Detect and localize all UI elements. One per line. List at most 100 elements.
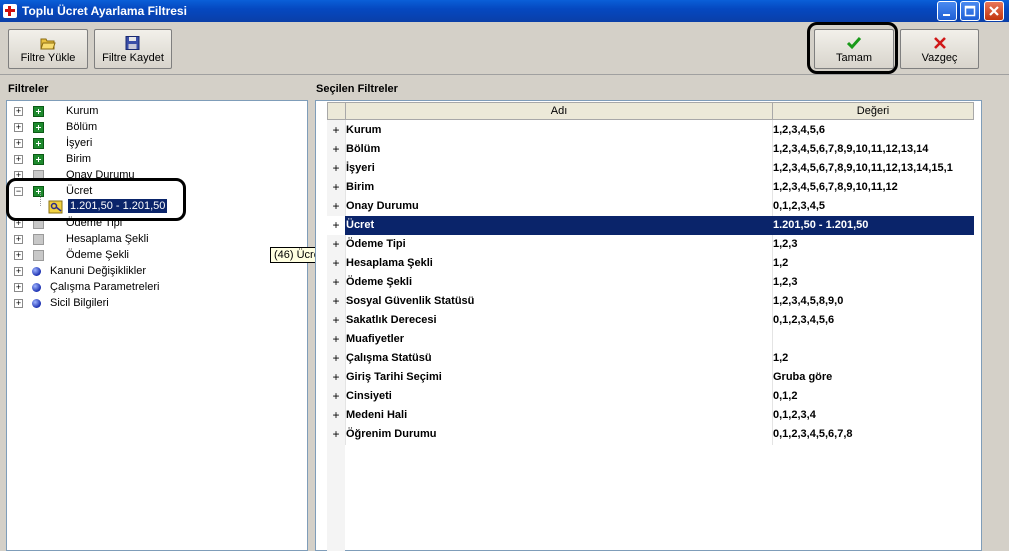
grid-cell-value: 1,2,3 bbox=[773, 276, 798, 288]
grid-header-corner bbox=[327, 102, 346, 120]
row-expand-icon[interactable]: + bbox=[327, 292, 345, 311]
grid-row[interactable]: + Çalışma Statüsü 1,2 bbox=[327, 349, 974, 368]
grid-row[interactable]: + Giriş Tarihi Seçimi Gruba göre bbox=[327, 368, 974, 387]
expand-icon[interactable]: + bbox=[14, 107, 23, 116]
maximize-icon bbox=[964, 5, 976, 17]
tree-item-label: Kurum bbox=[66, 105, 99, 117]
grid-row[interactable]: + Bölüm 1,2,3,4,5,6,7,8,9,10,11,12,13,14 bbox=[327, 140, 974, 159]
tree-item-label: Hesaplama Şekli bbox=[66, 233, 149, 245]
row-expand-icon[interactable]: + bbox=[327, 368, 345, 387]
grid-header: Adı Değeri bbox=[327, 102, 974, 120]
blue-ball-icon bbox=[32, 267, 41, 276]
tree-item-label: Sicil Bilgileri bbox=[50, 297, 109, 309]
row-expand-icon[interactable]: + bbox=[327, 235, 345, 254]
grid-cell-value: Gruba göre bbox=[773, 371, 833, 383]
green-plus-icon bbox=[33, 154, 44, 165]
app-icon bbox=[3, 4, 17, 18]
column-header-adi[interactable]: Adı bbox=[345, 102, 773, 120]
grid-row[interactable]: + Sosyal Güvenlik Statüsü 1,2,3,4,5,8,9,0 bbox=[327, 292, 974, 311]
window-title: Toplu Ücret Ayarlama Filtresi bbox=[22, 4, 187, 18]
row-expand-icon[interactable]: + bbox=[327, 311, 345, 330]
minimize-button[interactable] bbox=[937, 1, 957, 21]
filtre-kaydet-label: Filtre Kaydet bbox=[102, 52, 164, 64]
minimize-icon bbox=[943, 14, 950, 16]
row-expand-icon[interactable]: + bbox=[327, 121, 345, 140]
cancel-x-icon bbox=[933, 37, 946, 49]
green-plus-icon bbox=[33, 122, 44, 133]
expand-icon[interactable]: + bbox=[14, 155, 23, 164]
grid-cell-value: 1,2,3 bbox=[773, 238, 798, 250]
column-header-degeri[interactable]: Değeri bbox=[772, 102, 974, 120]
row-expand-icon[interactable]: + bbox=[327, 330, 345, 349]
grid-cell-name: Muafiyetler bbox=[346, 333, 405, 345]
row-expand-icon[interactable]: + bbox=[327, 197, 345, 216]
grid-row[interactable]: + Öğrenim Durumu 0,1,2,3,4,5,6,7,8 bbox=[327, 425, 974, 444]
grid-row[interactable]: + Medeni Hali 0,1,2,3,4 bbox=[327, 406, 974, 425]
grid-cell-name: İşyeri bbox=[346, 162, 375, 174]
expand-icon[interactable]: + bbox=[14, 123, 23, 132]
grid-row[interactable]: + Muafiyetler bbox=[327, 330, 974, 349]
grid-cell-name: Ödeme Tipi bbox=[346, 238, 406, 250]
expand-icon[interactable]: + bbox=[14, 139, 23, 148]
green-plus-icon bbox=[33, 106, 44, 117]
grid-cell-value: 0,1,2,3,4,5,6 bbox=[773, 314, 835, 326]
grid-row[interactable]: + Hesaplama Şekli 1,2 bbox=[327, 254, 974, 273]
grid-cell-name: Cinsiyeti bbox=[346, 390, 392, 402]
grid-cell-name: Hesaplama Şekli bbox=[346, 257, 433, 269]
row-expand-icon[interactable]: + bbox=[327, 178, 345, 197]
grid-cell-value: 1,2,3,4,5,6 bbox=[773, 124, 825, 136]
row-expand-icon[interactable]: + bbox=[327, 273, 345, 292]
panel-splitter[interactable] bbox=[310, 100, 314, 551]
grid-row[interactable]: + Ücret 1.201,50 - 1.201,50 bbox=[327, 216, 974, 235]
open-folder-icon bbox=[40, 38, 56, 50]
grid-cell-value: 1,2 bbox=[773, 352, 789, 364]
tree-item-label: Ödeme Şekli bbox=[66, 249, 129, 261]
filter-tree[interactable] bbox=[6, 100, 308, 551]
ucret-highlight-outline bbox=[6, 178, 186, 221]
tree-item-label: İşyeri bbox=[66, 137, 93, 149]
grid-cell-name: Öğrenim Durumu bbox=[346, 428, 437, 440]
grid-row[interactable]: + Kurum 1,2,3,4,5,6 bbox=[327, 121, 974, 140]
grid-cell-value: 1,2,3,4,5,6,7,8,9,10,11,12,13,14,15,1 bbox=[773, 162, 953, 174]
row-expand-icon[interactable]: + bbox=[327, 254, 345, 273]
grid-cell-name: Birim bbox=[346, 181, 375, 193]
grid-row[interactable]: + İşyeri 1,2,3,4,5,6,7,8,9,10,11,12,13,14,… bbox=[327, 159, 974, 178]
blue-ball-icon bbox=[32, 299, 41, 308]
close-button[interactable] bbox=[984, 1, 1004, 21]
vazgec-button[interactable]: Vazgeç bbox=[900, 29, 979, 69]
tree-item-label: Çalışma Parametreleri bbox=[50, 281, 160, 293]
grid-row[interactable]: + Sakatlık Derecesi 0,1,2,3,4,5,6 bbox=[327, 311, 974, 330]
row-expand-icon[interactable]: + bbox=[327, 140, 345, 159]
tree-item-label: Bölüm bbox=[66, 121, 98, 133]
expand-icon[interactable]: + bbox=[14, 251, 23, 260]
grid-row[interactable]: + Ödeme Tipi 1,2,3 bbox=[327, 235, 974, 254]
green-plus-icon bbox=[33, 138, 44, 149]
grid-row[interactable]: + Birim 1,2,3,4,5,6,7,8,9,10,11,12 bbox=[327, 178, 974, 197]
gray-box-icon bbox=[33, 250, 44, 261]
grid-cell-value: 0,1,2 bbox=[773, 390, 798, 402]
row-expand-icon[interactable]: + bbox=[327, 349, 345, 368]
maximize-button[interactable] bbox=[960, 1, 980, 21]
expand-icon[interactable]: + bbox=[14, 283, 23, 292]
grid-cell-name: Giriş Tarihi Seçimi bbox=[346, 371, 442, 383]
blue-ball-icon bbox=[32, 283, 41, 292]
row-expand-icon[interactable]: + bbox=[327, 425, 345, 444]
filtre-yukle-button[interactable]: Filtre Yükle bbox=[8, 29, 88, 69]
grid-cell-name: Medeni Hali bbox=[346, 409, 408, 421]
grid-row[interactable]: + Onay Durumu 0,1,2,3,4,5 bbox=[327, 197, 974, 216]
grid-row[interactable]: + Cinsiyeti 0,1,2 bbox=[327, 387, 974, 406]
expand-icon[interactable]: + bbox=[14, 299, 23, 308]
row-expand-icon[interactable]: + bbox=[327, 159, 345, 178]
row-expand-icon[interactable]: + bbox=[327, 216, 345, 235]
grid-cell-name: Onay Durumu bbox=[346, 200, 419, 212]
grid-cell-name: Ödeme Şekli bbox=[346, 276, 413, 288]
row-expand-icon[interactable]: + bbox=[327, 406, 345, 425]
grid-row[interactable]: + Ödeme Şekli 1,2,3 bbox=[327, 273, 974, 292]
grid-cell-name: Sakatlık Derecesi bbox=[346, 314, 437, 326]
grid-cell-value: 1,2,3,4,5,8,9,0 bbox=[773, 295, 844, 307]
expand-icon[interactable]: + bbox=[14, 267, 23, 276]
expand-icon[interactable]: + bbox=[14, 235, 23, 244]
grid-cell-name: Çalışma Statüsü bbox=[346, 352, 432, 364]
row-expand-icon[interactable]: + bbox=[327, 387, 345, 406]
filtre-kaydet-button[interactable]: Filtre Kaydet bbox=[94, 29, 172, 69]
